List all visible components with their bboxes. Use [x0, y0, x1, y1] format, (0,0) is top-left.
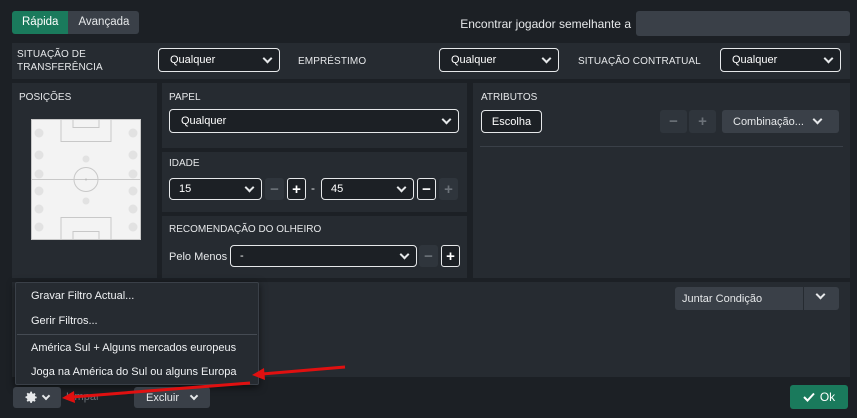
annotation-arrowhead-menu: [252, 368, 265, 380]
annotation-arrowhead-gear: [62, 391, 75, 403]
annotation-arrow-gear: [71, 381, 251, 399]
annotation-arrow-menu: [261, 365, 346, 376]
annotation-arrows: [62, 365, 346, 403]
